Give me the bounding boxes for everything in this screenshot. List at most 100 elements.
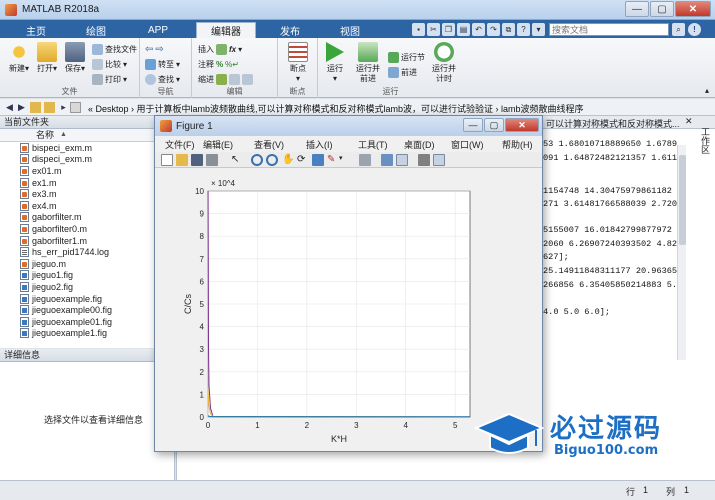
tab-apps[interactable]: APP — [134, 22, 182, 38]
indent-button[interactable]: 缩进 — [198, 73, 253, 85]
back-forward-buttons[interactable]: ⇦ ⇨ — [145, 43, 164, 55]
paste-icon[interactable]: ▤ — [457, 23, 470, 36]
file-list-item[interactable]: jieguoexample01.fig — [0, 316, 159, 328]
file-list-item[interactable]: jieguoexample00.fig — [0, 304, 159, 316]
save-figure-icon[interactable] — [191, 154, 203, 166]
run-button[interactable]: 运行 ▾ — [320, 42, 350, 84]
file-list-item[interactable]: ex01.m — [0, 165, 159, 177]
file-list-item[interactable]: ex1.m — [0, 177, 159, 189]
figure-title-bar[interactable]: Figure 1 — ▢ ✕ — [155, 116, 542, 136]
file-list-item[interactable]: ex4.m — [0, 200, 159, 212]
folder-path-breadcrumb[interactable]: « Desktop › 用于计算板中lamb波频散曲线,可以计算对称模式和反对称… — [88, 102, 584, 115]
file-list-item[interactable]: jieguoexample1.fig — [0, 328, 159, 340]
figure-maximize-button[interactable]: ▢ — [484, 118, 504, 132]
tab-editor[interactable]: 编辑器 — [196, 22, 256, 38]
menu-view[interactable]: 查看(V) — [254, 138, 284, 151]
rotate-icon[interactable]: ⟳ — [297, 154, 309, 166]
up-folder-icon[interactable] — [30, 102, 41, 113]
menu-help[interactable]: 帮助(H) — [502, 138, 533, 151]
hide-plot-tools-icon[interactable] — [418, 154, 430, 166]
open-file-icon[interactable] — [176, 154, 188, 166]
comment-button[interactable]: 注释 % %↵ — [198, 58, 239, 70]
percent-icon[interactable]: % — [216, 60, 223, 69]
advance-button[interactable]: 前进 — [388, 66, 417, 78]
file-list-item[interactable]: jieguoexample.fig — [0, 293, 159, 305]
wrap-icon[interactable]: %↵ — [225, 60, 239, 69]
run-section-button[interactable]: 运行节 — [388, 51, 425, 63]
redo-icon[interactable]: ↷ — [487, 23, 500, 36]
collapse-ribbon-icon[interactable]: ▴ — [705, 86, 709, 95]
goto-button[interactable]: 转至 ▾ — [145, 58, 180, 70]
insert-colorbar-icon[interactable] — [381, 154, 393, 166]
forward-icon[interactable]: ⇨ — [155, 44, 163, 55]
file-list-item[interactable]: gaborfilter0.m — [0, 223, 159, 235]
file-list-item[interactable]: bispeci_exm.m — [0, 142, 159, 154]
show-plot-tools-icon[interactable] — [433, 154, 445, 166]
menu-tools[interactable]: 工具(T) — [358, 138, 388, 151]
new-button[interactable]: 新建▾ — [4, 42, 34, 74]
editor-vertical-scrollbar[interactable] — [677, 145, 686, 370]
run-and-time-button[interactable]: 运行并 计时 — [428, 42, 460, 84]
data-cursor-icon[interactable] — [312, 154, 324, 166]
zoom-out-icon[interactable] — [266, 154, 278, 166]
tab-publish[interactable]: 发布 — [266, 22, 314, 38]
tab-plots[interactable]: 绘图 — [72, 22, 120, 38]
file-list-item[interactable]: gaborfilter1.m — [0, 235, 159, 247]
figure-window[interactable]: Figure 1 — ▢ ✕ 文件(F) 编辑(E) 查看(V) 插入(I) 工… — [154, 115, 543, 452]
file-list-item[interactable]: ex3.m — [0, 188, 159, 200]
undo-icon[interactable]: ↶ — [472, 23, 485, 36]
zoom-in-icon[interactable] — [251, 154, 263, 166]
compare-button[interactable]: 比较 ▾ — [92, 58, 127, 70]
tab-view[interactable]: 视图 — [326, 22, 374, 38]
dropdown-icon[interactable]: ▾ — [532, 23, 545, 36]
fx-icon[interactable]: fx — [229, 45, 236, 54]
print-figure-icon[interactable] — [206, 154, 218, 166]
menu-file[interactable]: 文件(F) — [165, 138, 195, 151]
cut-icon[interactable]: ✂ — [427, 23, 440, 36]
scrollbar-thumb[interactable] — [679, 155, 686, 245]
brush-dropdown-icon[interactable]: ▾ — [339, 154, 351, 166]
tab-home[interactable]: 主页 — [14, 22, 58, 38]
find-files-button[interactable]: 查找文件 — [92, 43, 137, 55]
workspace-side-tab[interactable]: 工作区 — [699, 127, 712, 154]
menu-edit[interactable]: 编辑(E) — [203, 138, 233, 151]
menu-insert[interactable]: 插入(I) — [306, 138, 333, 151]
search-icon[interactable]: ⌕ — [672, 23, 685, 36]
insert-dropdown-icon[interactable]: ▾ — [238, 45, 242, 54]
editor-close-icon[interactable]: ✕ — [685, 116, 693, 127]
notification-icon[interactable]: ! — [688, 23, 701, 36]
file-list-item[interactable]: jieguo.m — [0, 258, 159, 270]
insert-button[interactable]: 插入 fx ▾ — [198, 43, 242, 55]
new-figure-icon[interactable] — [161, 154, 173, 166]
maximize-button[interactable]: ▢ — [650, 1, 674, 17]
file-list-item[interactable]: hs_err_pid1744.log — [0, 246, 159, 258]
figure-minimize-button[interactable]: — — [463, 118, 483, 132]
run-and-advance-button[interactable]: 运行并 前进 — [352, 42, 384, 84]
minimize-button[interactable]: — — [625, 1, 649, 17]
insert-legend-icon[interactable] — [396, 154, 408, 166]
switch-windows-icon[interactable]: ⧉ — [502, 23, 515, 36]
brush-icon[interactable]: ✎ — [327, 154, 339, 166]
close-button[interactable]: ✕ — [675, 1, 711, 17]
help-icon[interactable]: ? — [517, 23, 530, 36]
breakpoints-button[interactable]: 断点 ▾ — [283, 42, 313, 84]
figure-close-button[interactable]: ✕ — [505, 118, 539, 132]
find-button[interactable]: 查找 ▾ — [145, 73, 180, 85]
file-list-item[interactable]: dispeci_exm.m — [0, 154, 159, 166]
file-list-item[interactable]: jieguo2.fig — [0, 281, 159, 293]
open-button[interactable]: 打开▾ — [32, 42, 62, 74]
root-drive-icon[interactable] — [70, 102, 81, 113]
back-icon[interactable]: ◀ — [4, 102, 15, 113]
column-header-name[interactable]: 名称 ▲ — [0, 129, 159, 142]
save-button[interactable]: 保存▾ — [60, 42, 90, 74]
search-documentation-input[interactable] — [549, 23, 669, 36]
print-button[interactable]: 打印 ▾ — [92, 73, 127, 85]
link-plot-icon[interactable] — [359, 154, 371, 166]
save-icon[interactable]: ▪ — [412, 23, 425, 36]
forward-icon[interactable]: ▶ — [16, 102, 27, 113]
file-list-item[interactable]: gaborfilter.m — [0, 212, 159, 224]
pan-icon[interactable]: ✋ — [282, 154, 294, 166]
browse-folder-icon[interactable] — [44, 102, 55, 113]
file-list-item[interactable]: jieguo1.fig — [0, 270, 159, 282]
edit-plot-icon[interactable]: ↖ — [231, 154, 243, 166]
